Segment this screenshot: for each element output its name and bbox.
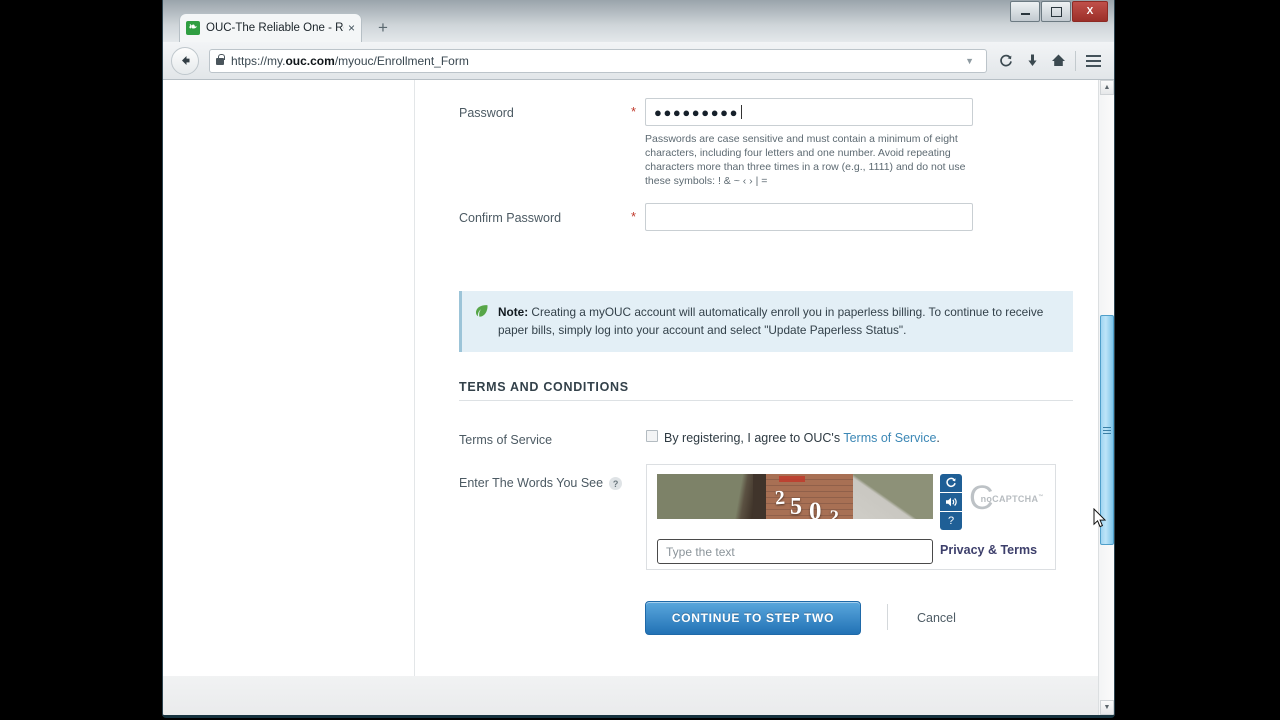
captcha-help-icon[interactable]: ? bbox=[609, 477, 623, 491]
captcha-image-band bbox=[657, 519, 933, 530]
continue-button[interactable]: CONTINUE TO STEP TWO bbox=[645, 601, 861, 635]
download-icon bbox=[1027, 54, 1037, 66]
captcha-image-post bbox=[753, 474, 766, 521]
captcha-controls: ? bbox=[940, 474, 962, 530]
paperless-note: Note: Creating a myOUC account will auto… bbox=[459, 291, 1073, 352]
captcha-input-placeholder: Type the text bbox=[666, 544, 735, 559]
privacy-and-terms-link[interactable]: Privacy & Terms bbox=[940, 543, 1037, 557]
browser-tab[interactable]: ❧ OUC-The Reliable One - Re... × bbox=[179, 13, 362, 42]
home-button[interactable] bbox=[1045, 48, 1071, 74]
password-label: Password bbox=[459, 106, 514, 120]
terms-agree-checkbox[interactable] bbox=[646, 430, 658, 442]
terms-agree-suffix: . bbox=[936, 431, 940, 445]
back-arrow-icon bbox=[181, 56, 189, 65]
scroll-down-button[interactable]: ▼ bbox=[1100, 700, 1114, 715]
terms-section-rule bbox=[459, 400, 1073, 401]
captcha-digit-1: 2 bbox=[774, 486, 786, 510]
leaf-icon bbox=[474, 304, 489, 318]
confirm-password-required-mark: * bbox=[631, 209, 637, 224]
reload-icon bbox=[1000, 54, 1012, 66]
actions-divider bbox=[887, 604, 888, 630]
lock-icon bbox=[216, 54, 225, 65]
captcha-label: Enter The Words You See? bbox=[459, 476, 623, 491]
confirm-password-label: Confirm Password bbox=[459, 211, 562, 225]
reload-button[interactable] bbox=[993, 48, 1019, 74]
cancel-button[interactable]: Cancel bbox=[917, 611, 956, 625]
scroll-up-button[interactable]: ▲ bbox=[1100, 80, 1114, 95]
download-button[interactable] bbox=[1019, 48, 1045, 74]
confirm-password-input[interactable] bbox=[645, 203, 973, 231]
password-required-mark: * bbox=[631, 104, 637, 119]
page-footer bbox=[163, 676, 1098, 715]
recaptcha-logo: C noCAPTCHA™ bbox=[969, 481, 1044, 515]
toolbar-divider bbox=[1075, 50, 1076, 71]
scrollbar-thumb[interactable] bbox=[1100, 315, 1114, 545]
tab-close-icon[interactable]: × bbox=[348, 22, 355, 34]
captcha-audio-button[interactable] bbox=[940, 493, 962, 511]
address-bar[interactable]: https://my.ouc.com/myouc/Enrollment_Form… bbox=[209, 48, 987, 73]
terms-section-title: TERMS AND CONDITIONS bbox=[459, 380, 629, 394]
note-body: Creating a myOUC account will automatica… bbox=[498, 305, 1044, 338]
recaptcha-prefix: no bbox=[980, 494, 993, 504]
new-tab-button[interactable]: + bbox=[373, 18, 393, 38]
password-input[interactable]: ●●●●●●●●● bbox=[645, 98, 973, 126]
captcha-refresh-button[interactable] bbox=[940, 474, 962, 492]
scrollbar-grip-icon bbox=[1103, 426, 1111, 434]
note-prefix: Note: bbox=[498, 305, 529, 319]
paperless-note-text: Note: Creating a myOUC account will auto… bbox=[498, 303, 1059, 340]
password-help-text: Passwords are case sensitive and must co… bbox=[645, 133, 966, 187]
screen: X ❧ OUC-The Reliable One - Re... × + h bbox=[0, 0, 1280, 720]
text-caret bbox=[741, 105, 743, 119]
content-divider bbox=[414, 80, 415, 676]
terms-agree-prefix: By registering, I agree to OUC's bbox=[664, 431, 844, 445]
terms-of-service-link[interactable]: Terms of Service bbox=[843, 431, 936, 445]
captcha-image: 2 5 0 2 bbox=[657, 474, 933, 530]
tab-favicon-icon: ❧ bbox=[186, 21, 200, 35]
refresh-icon bbox=[946, 477, 956, 488]
browser-navigation-bar: https://my.ouc.com/myouc/Enrollment_Form… bbox=[163, 42, 1114, 80]
recaptcha-wordmark: noCAPTCHA™ bbox=[981, 494, 1044, 504]
address-bar-dropdown-icon[interactable]: ▼ bbox=[965, 56, 980, 66]
terms-agree-text: By registering, I agree to OUC's Terms o… bbox=[664, 431, 940, 445]
hamburger-menu-icon bbox=[1085, 54, 1101, 67]
browser-title-bar: X ❧ OUC-The Reliable One - Re... × + bbox=[163, 0, 1114, 42]
page-scrollbar[interactable]: ▲ ▼ bbox=[1098, 80, 1114, 715]
captcha-label-text: Enter The Words You See bbox=[459, 476, 604, 490]
menu-button[interactable] bbox=[1080, 48, 1106, 74]
captcha-image-redmark bbox=[779, 476, 805, 482]
tab-strip: ❧ OUC-The Reliable One - Re... × + bbox=[163, 13, 1114, 42]
back-button[interactable] bbox=[171, 46, 199, 75]
browser-window: X ❧ OUC-The Reliable One - Re... × + h bbox=[162, 0, 1115, 718]
address-bar-url: https://my.ouc.com/myouc/Enrollment_Form bbox=[231, 53, 469, 68]
page-content: Password * ●●●●●●●●● Passwords are case … bbox=[163, 80, 1098, 715]
recaptcha-tm: ™ bbox=[1038, 494, 1044, 500]
captcha-help-button[interactable]: ? bbox=[940, 512, 962, 530]
tab-title: OUC-The Reliable One - Re... bbox=[206, 22, 344, 34]
speaker-icon bbox=[945, 497, 957, 507]
recaptcha-name: CAPTCHA bbox=[992, 494, 1039, 504]
page-viewport: Password * ●●●●●●●●● Passwords are case … bbox=[163, 80, 1114, 715]
captcha-widget: 2 5 0 2 ? C noCAPTCHA™ Type the text Pri… bbox=[646, 464, 1056, 570]
terms-of-service-label: Terms of Service bbox=[459, 433, 553, 447]
captcha-digit-2: 5 bbox=[790, 494, 802, 520]
captcha-input[interactable]: Type the text bbox=[657, 539, 933, 564]
home-icon bbox=[1051, 54, 1065, 66]
password-masked-value: ●●●●●●●●● bbox=[654, 104, 740, 120]
